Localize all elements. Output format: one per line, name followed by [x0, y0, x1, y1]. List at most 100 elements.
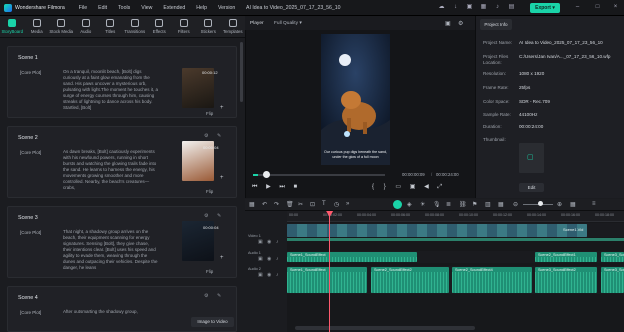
scene-card[interactable]: Scene 2 [Core Plot] As dawn breaks, [Bolt]…	[7, 126, 237, 198]
tab-titles[interactable]: Titles	[98, 16, 123, 38]
lock-icon[interactable]: ▣	[258, 239, 263, 245]
tab-audio[interactable]: Audio	[74, 16, 99, 38]
player-progress-track[interactable]	[253, 174, 385, 176]
tab-media[interactable]: Media	[25, 16, 50, 38]
snapshot-icon[interactable]: ▣	[445, 20, 451, 27]
marker-icon[interactable]: ⚑	[472, 201, 477, 208]
audio-clip[interactable]: Scene3_SoundEffect2	[535, 267, 597, 293]
layers-icon[interactable]: ≣	[446, 201, 451, 208]
edit-icon[interactable]: ✎	[217, 133, 221, 139]
thumbnail-box[interactable]: ▢	[519, 143, 544, 173]
scene-thumbnail[interactable]: 00:00:04	[182, 141, 219, 181]
split-screen-icon[interactable]: ▥	[485, 201, 491, 208]
tab-storyboard[interactable]: StoryBoard	[0, 16, 25, 38]
audio-clip[interactable]: Scene2_SoundEffect2	[371, 267, 449, 293]
menu-item-extended[interactable]: Extended	[163, 5, 185, 11]
flip-button[interactable]: Flip	[206, 189, 213, 194]
export-button[interactable]: Export ▾	[530, 3, 560, 13]
add-icon[interactable]: +	[220, 175, 224, 181]
audio-clip[interactable]: Scene1_SoundEffect	[287, 267, 367, 293]
audio-clip[interactable]: Scene2_SoundEffect4	[452, 267, 532, 293]
shield-icon[interactable]: ◈	[407, 201, 412, 208]
tab-stock-media[interactable]: Stock Media	[49, 16, 74, 38]
lock-icon[interactable]: ▣	[258, 256, 263, 262]
mic-icon[interactable]: 🎙	[433, 201, 441, 208]
playhead[interactable]	[326, 211, 334, 332]
tab-project-info[interactable]: Project Info	[480, 19, 512, 30]
camera-snap-icon[interactable]: ▣	[410, 184, 416, 190]
camera-icon[interactable]: ▣	[466, 4, 473, 11]
play-icon[interactable]: ▶	[266, 184, 271, 190]
volume-icon[interactable]: ◀	[424, 184, 429, 190]
minimize-icon[interactable]: –	[574, 4, 581, 11]
audio-clip[interactable]: Scene1_SoundEffect	[287, 252, 417, 262]
next-frame-icon[interactable]: ⏭	[279, 184, 284, 190]
fit-icon[interactable]: ≡	[592, 201, 596, 207]
scene-description[interactable]: On a tranquil, moonlit beach, [Bolt] dig…	[63, 69, 159, 111]
link-icon[interactable]: ⛓	[459, 201, 467, 208]
layout-icon[interactable]: ▦	[480, 4, 487, 11]
delete-icon[interactable]: 🗑	[286, 201, 294, 208]
zoom-in-icon[interactable]: ⊕	[557, 201, 562, 208]
mute-icon[interactable]: ♪	[276, 272, 279, 278]
prev-frame-icon[interactable]: ⏮	[252, 184, 257, 190]
menu-item-view[interactable]: View	[141, 5, 152, 11]
text-icon[interactable]: T	[322, 201, 326, 207]
fullscreen-icon[interactable]: ⤢	[437, 184, 442, 190]
tab-filters[interactable]: Filters	[172, 16, 197, 38]
layout-toggle-icon[interactable]: ▦	[249, 201, 255, 208]
menu-item-help[interactable]: Help	[196, 5, 207, 11]
more-tools-icon[interactable]: »	[346, 201, 349, 207]
menu-item-edit[interactable]: Edit	[98, 5, 107, 11]
grid-view-icon[interactable]: ▦	[570, 201, 576, 208]
maximize-icon[interactable]: □	[594, 4, 601, 11]
eye-icon[interactable]: ◉	[267, 239, 271, 245]
scene-settings-icon[interactable]: ⚙	[204, 133, 208, 139]
audio-clip[interactable]: Scene3_SoundE...	[601, 252, 624, 262]
tab-templates[interactable]: Templates	[221, 16, 246, 38]
scrollbar[interactable]	[240, 42, 243, 102]
ai-icon[interactable]	[393, 200, 402, 209]
monitor-icon[interactable]: ▭	[395, 184, 401, 190]
stop-icon[interactable]: ■	[293, 184, 297, 190]
undo-icon[interactable]: ↶	[262, 201, 267, 208]
add-icon[interactable]: +	[220, 105, 224, 111]
scene-card[interactable]: Scene 1 [Core Plot] On a tranquil, moonlit…	[7, 46, 237, 118]
mute-icon[interactable]: ♪	[276, 239, 279, 245]
sun-icon[interactable]: ☀	[420, 201, 425, 208]
mute-icon[interactable]: ♪	[276, 256, 279, 262]
cut-icon[interactable]: ✂	[298, 201, 303, 208]
video-clip[interactable]: Scene1.Vid	[287, 224, 587, 237]
lock-icon[interactable]: ▣	[258, 272, 263, 278]
mark-in-icon[interactable]: {	[372, 184, 374, 190]
timeline-scrollbar[interactable]	[295, 326, 475, 330]
scene-description[interactable]: As dawn breaks, [Bolt] cautiously experi…	[63, 149, 159, 191]
eye-icon[interactable]: ◉	[267, 272, 271, 278]
zoom-out-icon[interactable]: ⊖	[513, 201, 518, 208]
save-icon[interactable]: ▤	[508, 4, 515, 11]
cloud-icon[interactable]: ☁	[438, 4, 445, 11]
tab-transitions[interactable]: Transitions	[123, 16, 148, 38]
tab-effects[interactable]: Effects	[147, 16, 172, 38]
zoom-handle[interactable]	[538, 201, 543, 206]
eye-icon[interactable]: ◉	[267, 256, 271, 262]
time-ruler[interactable]: 00:00 00:00:02:00 00:00:04:00 00:00:06:00 00…	[287, 211, 624, 222]
grid-icon[interactable]: ▦	[498, 201, 504, 208]
menu-item-version[interactable]: Version	[218, 5, 235, 11]
player-progress-handle[interactable]	[263, 171, 270, 178]
settings-icon[interactable]: ⚙	[458, 20, 463, 27]
speed-icon[interactable]: ◷	[334, 201, 339, 208]
tab-stickers[interactable]: Stickers	[196, 16, 221, 38]
audio-clip[interactable]: Scene3_SoundE...	[601, 267, 624, 293]
download-icon[interactable]: ↓	[452, 4, 459, 11]
quality-select[interactable]: Full Quality ▾	[274, 21, 302, 26]
flip-button[interactable]: Flip	[206, 111, 213, 116]
scene-thumbnail[interactable]: 00:00:12	[182, 68, 218, 108]
audio-clip[interactable]: Scene2_SoundEffect1	[535, 252, 597, 262]
redo-icon[interactable]: ↷	[274, 201, 279, 208]
crop-icon[interactable]: ⊡	[310, 201, 315, 208]
mark-out-icon[interactable]: }	[384, 184, 386, 190]
menu-item-tools[interactable]: Tools	[118, 5, 130, 11]
edit-button[interactable]: Edit	[519, 183, 544, 192]
menu-item-file[interactable]: File	[79, 5, 87, 11]
